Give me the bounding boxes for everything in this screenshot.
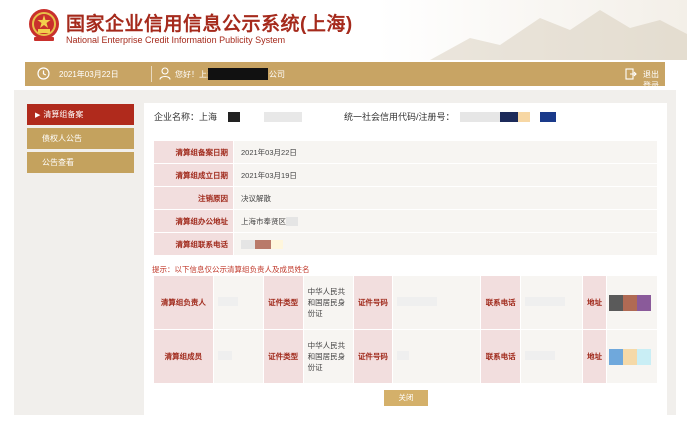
redaction-block — [540, 112, 556, 122]
address-label: 地址 — [582, 329, 608, 384]
user-icon — [159, 67, 171, 80]
sidebar-item-creditor-notice[interactable]: 债权人公告 — [27, 128, 134, 149]
logout-icon[interactable] — [625, 68, 637, 80]
sidebar-item-label: 债权人公告 — [42, 134, 82, 143]
credit-code-info: 统一社会信用代码/注册号： — [344, 110, 455, 123]
sidebar-item-notice-view[interactable]: 公告查看 — [27, 152, 134, 173]
doc-type-value: 中华人民共和国居民身份证 — [302, 329, 354, 384]
phone-label: 联系电话 — [480, 275, 522, 330]
table-row: 清算组办公地址 上海市奉贤区 — [153, 209, 658, 233]
arrow-right-icon: ▶ — [35, 112, 41, 119]
filing-details-table: 清算组备案日期 2021年03月22日 清算组成立日期 2021年03月19日 … — [153, 140, 658, 256]
redaction-block — [525, 351, 556, 360]
national-emblem-icon — [29, 9, 59, 41]
company-name-label: 企业名称： — [154, 112, 200, 122]
cancel-reason-label: 注销原因 — [153, 186, 234, 210]
phone-value — [520, 275, 584, 330]
doc-number-label: 证件号码 — [352, 329, 394, 384]
redaction-block — [397, 351, 410, 360]
redaction-block — [255, 239, 271, 249]
redaction-block — [271, 239, 283, 249]
cancel-reason-value: 决议解散 — [233, 186, 658, 210]
address-value — [606, 275, 658, 330]
redaction-block — [530, 112, 540, 122]
redaction-block — [623, 348, 638, 365]
redaction-block — [637, 294, 652, 311]
credit-code-label: 统一社会信用代码/注册号： — [344, 112, 455, 122]
redaction-block — [264, 112, 302, 122]
role-label: 清算组成员 — [153, 329, 214, 384]
redaction-block — [397, 297, 438, 306]
person-name-value — [212, 329, 264, 384]
phone-value — [520, 329, 584, 384]
sidebar-item-label: 清算组备案 — [43, 110, 84, 119]
notice-hint: 提示：以下信息仅公示清算组负责人及成员姓名 — [152, 265, 310, 274]
office-address-label: 清算组办公地址 — [153, 209, 234, 233]
person-name-value — [212, 275, 264, 330]
doc-number-value — [392, 275, 482, 330]
table-row: 清算组联系电话 — [153, 232, 658, 256]
current-date: 2021年03月22日 — [59, 70, 119, 79]
top-bar: 2021年03月22日 您好！上海 公司 退出登录 — [25, 62, 665, 90]
site-subtitle: National Enterprise Credit Information P… — [66, 35, 286, 45]
sidebar-item-liquidation-filing[interactable]: ▶ 清算组备案 — [27, 104, 134, 125]
site-header: 国家企业信用信息公示系统(上海) National Enterprise Cre… — [0, 0, 687, 60]
redaction-block — [217, 351, 232, 360]
contact-phone-value — [233, 232, 658, 256]
redaction-block — [609, 348, 624, 365]
address-value — [606, 329, 658, 384]
role-label: 清算组负责人 — [153, 275, 214, 330]
table-row: 注销原因 决议解散 — [153, 186, 658, 210]
liquidation-members-table: 清算组负责人 证件类型 中华人民共和国居民身份证 证件号码 联系电话 地址 清算… — [153, 275, 658, 384]
doc-type-value: 中华人民共和国居民身份证 — [302, 275, 354, 330]
sidebar-item-label: 公告查看 — [42, 158, 74, 167]
doc-type-label: 证件类型 — [262, 275, 304, 330]
doc-type-label: 证件类型 — [262, 329, 304, 384]
close-button[interactable]: 关闭 — [384, 390, 428, 406]
filing-date-label: 清算组备案日期 — [153, 140, 234, 164]
redaction-block — [217, 297, 238, 306]
doc-number-value — [392, 329, 482, 384]
table-row: 清算组成立日期 2021年03月19日 — [153, 163, 658, 187]
establish-date-value: 2021年03月19日 — [233, 163, 658, 187]
clock-icon — [37, 67, 50, 80]
redaction-block — [518, 112, 530, 122]
table-row: 清算组成员 证件类型 中华人民共和国居民身份证 证件号码 联系电话 地址 — [153, 329, 658, 384]
office-address-value: 上海市奉贤区 — [233, 209, 658, 233]
mountain-decoration — [430, 10, 687, 60]
redaction-block — [500, 112, 518, 122]
establish-date-label: 清算组成立日期 — [153, 163, 234, 187]
logout-link[interactable]: 退出登录 — [643, 69, 665, 91]
redaction-block — [525, 297, 566, 306]
table-row: 清算组负责人 证件类型 中华人民共和国居民身份证 证件号码 联系电话 地址 — [153, 275, 658, 330]
greeting-suffix: 公司 — [269, 70, 285, 79]
redaction-block — [228, 112, 240, 122]
divider — [151, 66, 152, 82]
table-row: 清算组备案日期 2021年03月22日 — [153, 140, 658, 164]
company-info: 企业名称：上海 — [154, 110, 217, 123]
redaction-block — [286, 217, 298, 227]
doc-number-label: 证件号码 — [352, 275, 394, 330]
redaction-block — [623, 294, 638, 311]
redaction-block — [241, 239, 255, 249]
redaction-block — [609, 294, 624, 311]
company-name-value: 上海 — [199, 112, 218, 122]
address-label: 地址 — [582, 275, 608, 330]
site-title: 国家企业信用信息公示系统(上海) — [66, 14, 353, 35]
redacted-company-name — [208, 68, 268, 80]
redaction-block — [460, 112, 500, 122]
redaction-block — [637, 348, 652, 365]
filing-date-value: 2021年03月22日 — [233, 140, 658, 164]
contact-phone-label: 清算组联系电话 — [153, 232, 234, 256]
phone-label: 联系电话 — [480, 329, 522, 384]
office-address-text: 上海市奉贤区 — [241, 216, 286, 226]
